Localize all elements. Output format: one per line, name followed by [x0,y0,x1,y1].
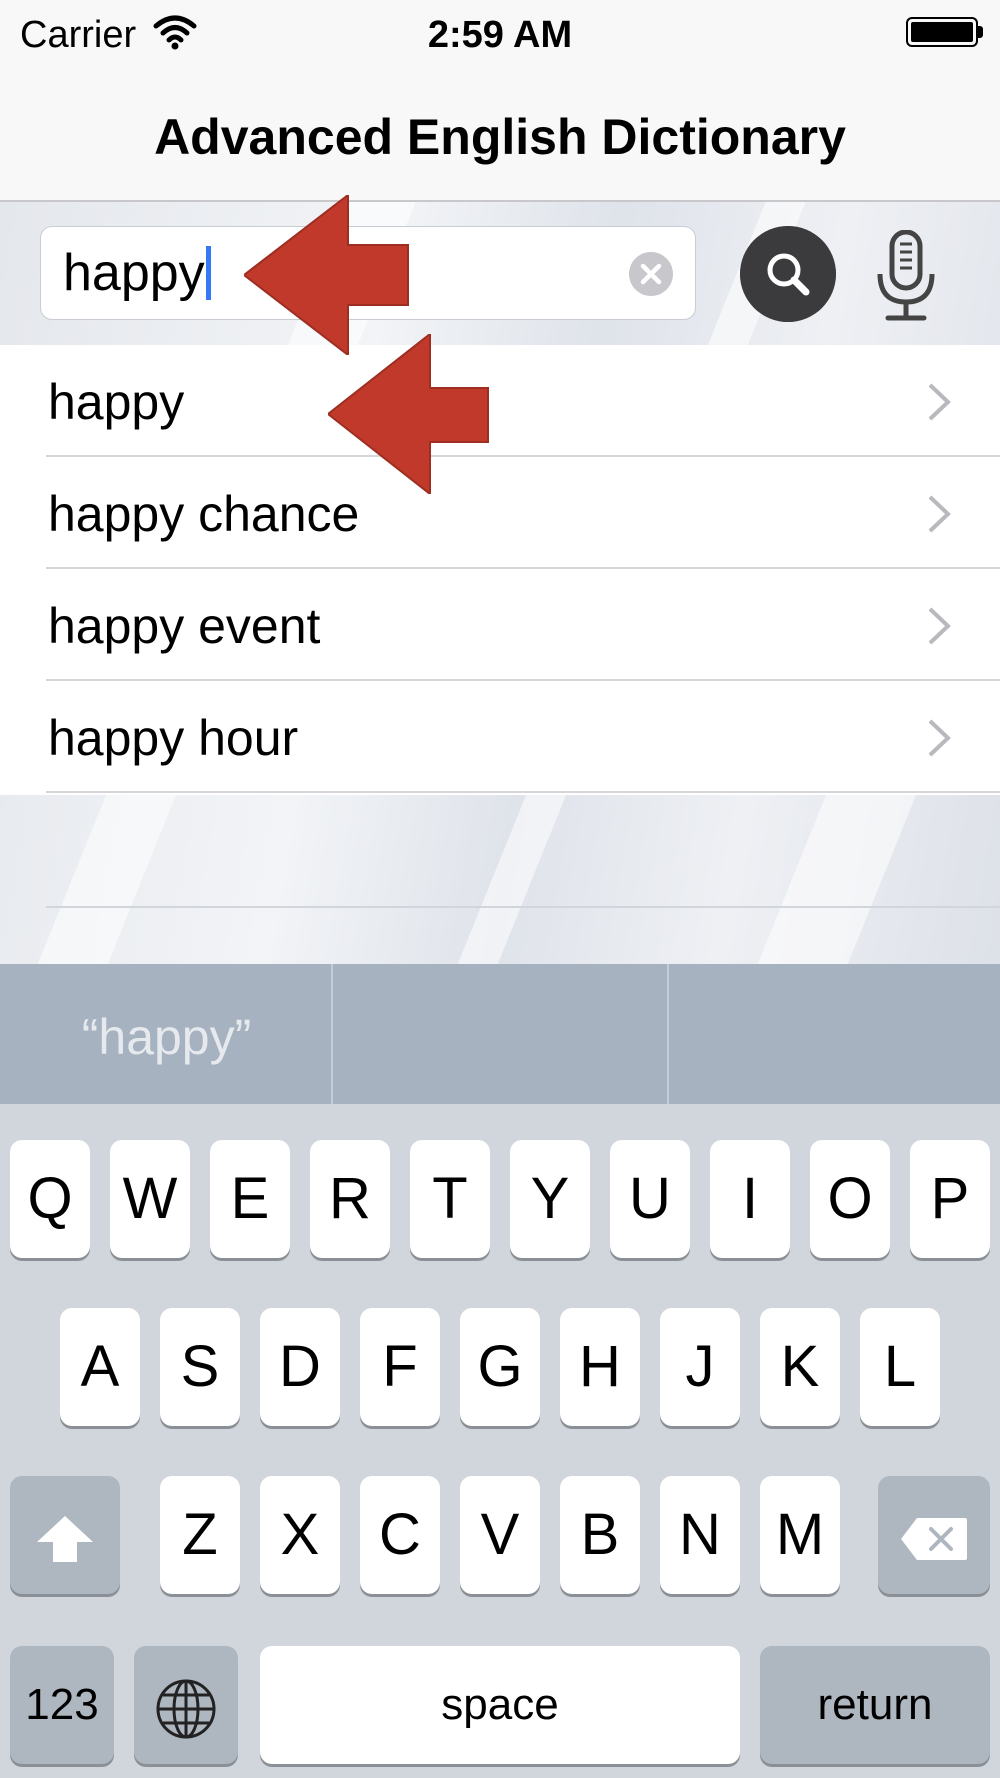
key-n[interactable]: N [660,1476,740,1594]
key-g[interactable]: G [460,1308,540,1426]
search-button[interactable] [740,226,836,322]
page-title: Advanced English Dictionary [154,109,846,165]
key-r[interactable]: R [310,1140,390,1258]
key-k[interactable]: K [760,1308,840,1426]
chevron-right-icon [928,383,951,421]
keyboard: Q W E R T Y U I O P A S D F G H J K L Z … [0,1104,1000,1778]
key-e[interactable]: E [210,1140,290,1258]
clear-icon[interactable] [629,252,673,296]
globe-icon [156,1679,216,1739]
search-input-value: happy [63,245,211,301]
key-m[interactable]: M [760,1476,840,1594]
battery-icon [906,17,978,47]
chevron-right-icon [928,495,951,533]
suggestion-word: “happy” [81,1009,252,1065]
key-u[interactable]: U [610,1140,690,1258]
key-a[interactable]: A [60,1308,140,1426]
empty-row-divider [46,906,1000,908]
list-item-label: happy event [48,598,321,654]
list-item[interactable]: happy hour [0,681,1000,793]
list-item[interactable]: happy chance [0,457,1000,569]
key-s[interactable]: S [160,1308,240,1426]
annotation-arrow-search [244,195,409,355]
battery-tip [978,26,983,38]
key-z[interactable]: Z [160,1476,240,1594]
list-item[interactable]: happy [0,345,1000,457]
key-j[interactable]: J [660,1308,740,1426]
delete-key[interactable] [878,1476,990,1594]
list-item[interactable]: happy event [0,569,1000,681]
list-item-label: happy hour [48,710,299,766]
globe-key[interactable] [134,1646,238,1764]
key-w[interactable]: W [110,1140,190,1258]
key-i[interactable]: I [710,1140,790,1258]
key-l[interactable]: L [860,1308,940,1426]
return-key[interactable]: return [760,1646,990,1764]
chevron-right-icon [928,719,951,757]
list-item-label: happy [48,374,185,430]
key-y[interactable]: Y [510,1140,590,1258]
navigation-bar: Advanced English Dictionary [0,70,1000,202]
key-d[interactable]: D [260,1308,340,1426]
key-o[interactable]: O [810,1140,890,1258]
key-f[interactable]: F [360,1308,440,1426]
suggestion-cell[interactable]: “happy” [0,964,333,1104]
predictive-text-bar: “happy” [0,964,1000,1104]
text-caret [205,246,211,300]
key-t[interactable]: T [410,1140,490,1258]
shift-key[interactable] [10,1476,120,1594]
numbers-key[interactable]: 123 [10,1646,114,1764]
key-h[interactable]: H [560,1308,640,1426]
status-bar: Carrier 2:59 AM [0,0,1000,70]
chevron-right-icon [928,607,951,645]
clock: 2:59 AM [427,14,573,56]
key-v[interactable]: V [460,1476,540,1594]
space-key[interactable]: space [260,1646,740,1764]
results-list: happy happy chance happy event happy hou… [0,345,1000,795]
key-p[interactable]: P [910,1140,990,1258]
list-item-label: happy chance [48,486,360,542]
key-q[interactable]: Q [10,1140,90,1258]
shift-arrow-icon [37,1515,93,1562]
backspace-icon [901,1517,967,1560]
key-c[interactable]: C [360,1476,440,1594]
annotation-arrow-result [328,334,489,494]
microphone-icon [877,230,935,321]
suggestion-cell[interactable] [669,964,1000,1104]
microphone-button[interactable] [874,230,938,322]
divider [46,791,1000,793]
key-b[interactable]: B [560,1476,640,1594]
suggestion-cell[interactable] [333,964,667,1104]
key-x[interactable]: X [260,1476,340,1594]
